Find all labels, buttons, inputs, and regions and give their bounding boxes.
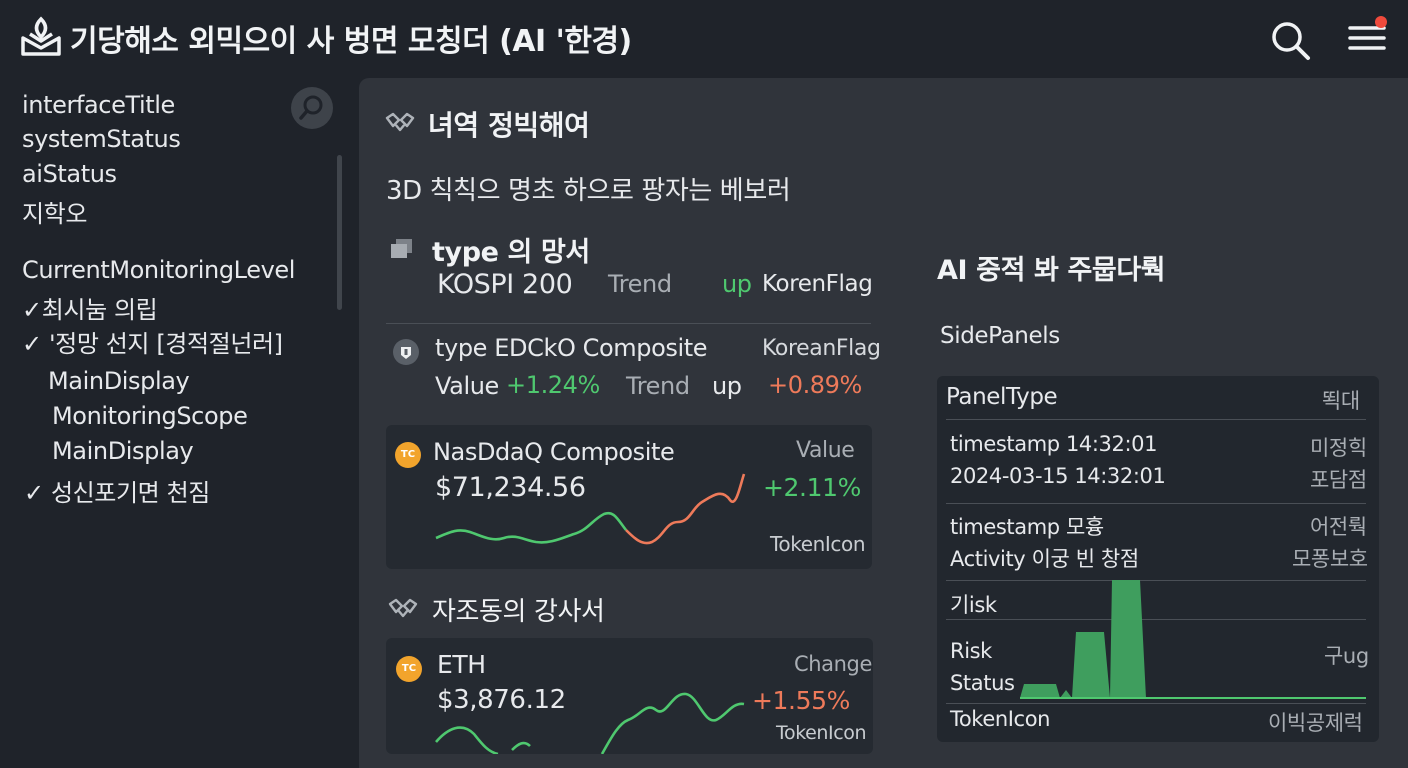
panel-risk-label: 기isk	[950, 593, 997, 617]
eth-change: +1.55%	[752, 686, 850, 715]
sidebar-item-checked-2[interactable]: ✓ '정망 선지 [경적절넌러]	[22, 324, 283, 359]
sidebar-item-monitoring-level[interactable]: CurrentMonitoringLevel	[22, 256, 295, 284]
composite-name: type EDCkO Composite	[435, 334, 708, 362]
nasdaq-name: NasDdaQ Composite	[433, 438, 675, 466]
handshake-icon	[385, 112, 415, 132]
sidebar-item-checked-3[interactable]: ✓ 성신포기면 천짐	[24, 473, 210, 508]
panel-token-right: 이빅공제럭	[1268, 711, 1363, 735]
composite-trend-label: Trend	[626, 372, 690, 400]
stack-icon	[391, 239, 412, 258]
ai-title: AI 중적 봐 주뭅다뤅	[937, 255, 1166, 286]
badge-icon	[393, 339, 419, 365]
panel-activity: Activity 이궁 빈 창점	[950, 547, 1139, 571]
menu-icon[interactable]	[1344, 14, 1394, 58]
kospi-heading: type 의 망서	[432, 237, 590, 268]
sidebar-item-main-display[interactable]: MainDisplay	[48, 367, 190, 395]
panel-date-right: 포담점	[1310, 468, 1367, 492]
token-coin-icon: TC	[395, 442, 421, 468]
eth-sparkline	[435, 692, 745, 754]
sidebar-item-ai-status[interactable]: aiStatus	[22, 160, 117, 188]
sidebar-item-4[interactable]: 지학오	[22, 194, 87, 229]
section-title-2: 자조동의 강사서	[432, 597, 605, 627]
nasdaq-change: +2.11%	[763, 473, 861, 502]
panel-timestamp-2-right: 어전뤅	[1310, 515, 1367, 539]
panel-risk: Risk	[950, 639, 992, 663]
panel-activity-right: 모퐁보호	[1292, 547, 1368, 571]
side-panels-label: SidePanels	[940, 323, 1060, 349]
nasdaq-value-label: Value	[796, 438, 855, 463]
risk-area-chart	[1020, 580, 1366, 699]
section-subtitle: 3D 칙칙으 명초 하으로 팡자는 베보러	[386, 176, 791, 206]
divider	[946, 503, 1366, 504]
panel-date: 2024-03-15 14:32:01	[950, 464, 1166, 488]
nasdaq-sparkline	[435, 473, 746, 545]
logo-icon	[21, 16, 61, 56]
panel-timestamp-right: 미정힉	[1310, 436, 1367, 460]
sidebar-item-monitoring-scope[interactable]: MonitoringScope	[52, 402, 248, 430]
handshake-icon-2	[388, 598, 418, 618]
kospi-flag: KorenFlag	[762, 271, 873, 297]
composite-flag: KoreanFlag	[762, 336, 881, 361]
kospi-trend-label: Trend	[608, 270, 672, 298]
token-coin-icon-2: TC	[396, 656, 422, 682]
panel-risk-right: 구ug	[1324, 644, 1369, 668]
divider	[946, 703, 1366, 704]
kospi-trend-value: up	[722, 270, 752, 298]
sidebar-item-interface-title[interactable]: interfaceTitle	[22, 91, 175, 119]
section-title-1: 녀역 정빅해여	[428, 109, 590, 142]
composite-value-label: Value	[435, 372, 499, 400]
divider	[386, 323, 871, 324]
eth-change-label: Change	[794, 652, 873, 676]
notification-dot	[1375, 16, 1387, 28]
sidebar-item-system-status[interactable]: systemStatus	[22, 125, 181, 153]
search-icon[interactable]	[1268, 18, 1312, 62]
panel-timestamp: timestamp 14:32:01	[950, 432, 1158, 456]
composite-change: +0.89%	[768, 371, 862, 399]
panel-type-label: PanelType	[946, 384, 1058, 410]
nasdaq-token: TokenIcon	[770, 532, 866, 556]
panel-type-value: 뙥대	[1322, 389, 1360, 413]
kospi-name: KOSPI 200	[437, 269, 573, 300]
divider	[946, 419, 1366, 420]
sidebar-item-checked-1[interactable]: ✓최시눔 의립	[22, 290, 158, 325]
top-bar: 기당해소 외믹으이 사 벙면 모칭더 (AI '한경)	[0, 0, 1408, 78]
sidebar-item-main-display-2[interactable]: MainDisplay	[52, 437, 194, 465]
panel-token: TokenIcon	[950, 707, 1051, 731]
composite-value: +1.24%	[506, 371, 600, 399]
composite-trend-value: up	[712, 372, 742, 400]
eth-token: TokenIcon	[776, 722, 867, 744]
panel-status: Status	[950, 671, 1015, 695]
sidebar-search-icon[interactable]	[291, 87, 333, 129]
sidebar-scrollbar[interactable]	[337, 155, 342, 310]
eth-name: ETH	[437, 650, 486, 679]
app-title: 기당해소 외믹으이 사 벙면 모칭더 (AI '한경)	[70, 24, 632, 59]
panel-timestamp-2: timestamp 모흉	[950, 515, 1104, 539]
